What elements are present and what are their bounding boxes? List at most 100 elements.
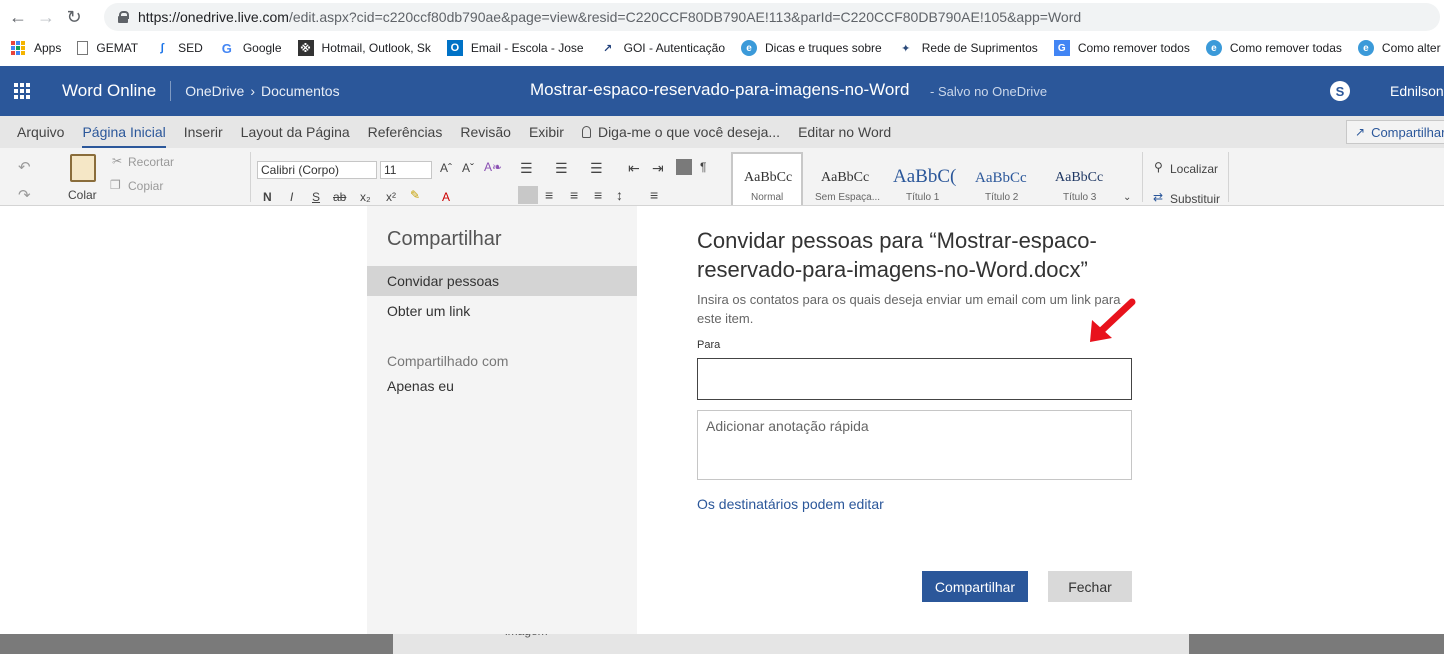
tab-inserir[interactable]: Inserir xyxy=(184,124,241,140)
cut-icon: ✂ xyxy=(112,154,123,168)
tab-exibir[interactable]: Exibir xyxy=(529,124,582,140)
nav-invite-people[interactable]: Convidar pessoas xyxy=(367,266,637,296)
undo-icon[interactable]: ↶ xyxy=(18,158,31,176)
tab-referencias[interactable]: Referências xyxy=(368,124,461,140)
save-status: - Salvo no OneDrive xyxy=(930,84,1048,99)
address-bar[interactable]: https://onedrive.live.com/edit.aspx?cid=… xyxy=(104,3,1440,31)
forward-arrow-icon[interactable]: → xyxy=(32,3,60,31)
numbering-icon[interactable]: ☰ xyxy=(555,160,568,177)
ribbon-body: ↶ ↷ Colar ✂ Recortar ❐ Copiar Calibri (C… xyxy=(0,148,1444,206)
styles-more-icon[interactable]: ⌄ xyxy=(1123,192,1131,203)
style-sample[interactable]: AaBbCc xyxy=(821,170,869,186)
bookmark-dicas[interactable]: e Dicas e truques sobre xyxy=(741,40,882,56)
cut-label[interactable]: Recortar xyxy=(128,155,174,169)
decrease-indent-icon[interactable]: ⇤ xyxy=(628,160,640,177)
permissions-link[interactable]: Os destinatários podem editar xyxy=(697,496,884,512)
nav-item-label: Convidar pessoas xyxy=(387,273,500,289)
font-size-select[interactable]: 11 xyxy=(380,161,432,179)
style-sample: AaBbCc xyxy=(744,170,793,185)
tab-revisao[interactable]: Revisão xyxy=(460,124,529,140)
bookmark-label: Como remover todas xyxy=(1229,41,1342,55)
breadcrumb-onedrive[interactable]: OneDrive xyxy=(185,83,244,99)
paste-label[interactable]: Colar xyxy=(68,188,97,202)
shrink-font-icon[interactable]: Aˇ xyxy=(462,161,474,175)
underline-icon[interactable]: S xyxy=(312,190,320,204)
tab-pagina-inicial[interactable]: Página Inicial xyxy=(82,124,183,148)
font-color-icon[interactable]: A xyxy=(442,190,450,204)
redo-icon[interactable]: ↷ xyxy=(18,186,31,204)
bookmark-como-remover-2[interactable]: e Como remover todas xyxy=(1205,40,1342,56)
line-spacing-icon[interactable]: ↕ xyxy=(616,187,623,203)
sed-icon: ∫ xyxy=(160,42,164,54)
highlight-icon[interactable]: ✎ xyxy=(410,188,420,202)
bold-icon[interactable]: N xyxy=(263,190,272,204)
annotation-arrow-icon xyxy=(1090,298,1136,342)
grow-font-icon[interactable]: Aˆ xyxy=(440,161,452,175)
tell-me-box[interactable]: Diga-me o que você deseja... xyxy=(581,124,798,140)
share-button[interactable]: Compartilhar xyxy=(922,571,1028,602)
bookmark-gemat[interactable]: GEMAT xyxy=(77,41,138,55)
document-title[interactable]: Mostrar-espaco-reservado-para-imagens-no… xyxy=(530,80,910,100)
bookmark-label: SED xyxy=(178,41,203,55)
increase-indent-icon[interactable]: ⇥ xyxy=(652,160,664,177)
bookmark-hotmail[interactable]: ※ Hotmail, Outlook, Sk xyxy=(297,40,431,56)
app-launcher-icon[interactable] xyxy=(0,66,44,116)
paragraph-mark-icon[interactable]: ¶ xyxy=(700,160,706,174)
close-button[interactable]: Fechar xyxy=(1048,571,1132,602)
skype-icon[interactable]: S xyxy=(1330,81,1350,101)
quick-note-input[interactable] xyxy=(697,410,1132,480)
align-right-icon[interactable]: ≡ xyxy=(570,187,578,203)
apps-grid-icon xyxy=(10,40,26,56)
tell-me-text: Diga-me o que você deseja... xyxy=(597,124,781,140)
superscript-icon[interactable]: x² xyxy=(386,190,396,204)
bookmark-goi[interactable]: ↗ GOI - Autenticação xyxy=(600,40,725,56)
app-name[interactable]: Word Online xyxy=(62,81,156,101)
bookmark-sed[interactable]: ∫ SED xyxy=(154,40,203,56)
breadcrumb-documentos[interactable]: Documentos xyxy=(261,83,340,99)
justify-icon[interactable]: ≡ xyxy=(594,187,602,203)
bookmark-apps[interactable]: Apps xyxy=(10,40,61,56)
clipboard-icon[interactable] xyxy=(70,154,96,182)
back-arrow-icon[interactable]: ← xyxy=(4,3,32,31)
clear-format-icon[interactable]: A❧ xyxy=(484,160,502,174)
bookmark-rede[interactable]: ✦ Rede de Suprimentos xyxy=(898,40,1038,56)
italic-icon[interactable]: I xyxy=(290,190,293,204)
copy-label[interactable]: Copiar xyxy=(128,179,163,193)
style-label: Título 3 xyxy=(1063,192,1097,203)
edit-in-word-button[interactable]: Editar no Word xyxy=(798,124,909,140)
multilevel-icon[interactable]: ☰ xyxy=(590,160,603,177)
nav-get-link[interactable]: Obter um link xyxy=(367,296,637,326)
font-name-select[interactable]: Calibri (Corpo) xyxy=(257,161,377,179)
strikethrough-icon[interactable]: ab xyxy=(333,190,346,204)
bookmark-google[interactable]: G Google xyxy=(219,40,282,56)
user-name[interactable]: Ednilson xyxy=(1390,83,1444,99)
reload-icon[interactable]: ↻ xyxy=(60,3,88,31)
paragraph-spacing-icon[interactable]: ≡ xyxy=(650,187,658,203)
hotmail-icon: ※ xyxy=(297,40,314,56)
bookmark-label: Dicas e truques sobre xyxy=(765,41,882,55)
bookmark-email[interactable]: O Email - Escola - Jose xyxy=(446,40,584,56)
style-sample[interactable]: AaBbC( xyxy=(893,166,956,188)
shared-with-value[interactable]: Apenas eu xyxy=(387,378,454,394)
tab-layout[interactable]: Layout da Página xyxy=(241,124,368,140)
align-left-icon[interactable] xyxy=(518,186,538,204)
bullets-icon[interactable]: ☰ xyxy=(520,160,533,177)
bookmark-como-remover-1[interactable]: G Como remover todos xyxy=(1053,40,1190,56)
subscript-icon[interactable]: x₂ xyxy=(360,190,371,204)
align-center-icon[interactable]: ≡ xyxy=(545,187,553,203)
bookmark-label: Google xyxy=(242,41,282,55)
ribbon-divider xyxy=(1142,152,1143,202)
to-input[interactable] xyxy=(697,358,1132,400)
style-sample[interactable]: AaBbCc xyxy=(1055,170,1103,186)
style-label: Título 2 xyxy=(985,192,1019,203)
style-normal[interactable]: AaBbCc Normal xyxy=(731,152,803,205)
share-top-button[interactable]: ↗ Compartilhar xyxy=(1346,120,1444,144)
bookmark-como-alter[interactable]: e Como alter xyxy=(1357,40,1441,56)
bookmark-label: Como alter xyxy=(1381,41,1441,55)
replace-button[interactable]: Substituir xyxy=(1170,192,1220,205)
style-sample[interactable]: AaBbCc xyxy=(975,170,1027,187)
tab-arquivo[interactable]: Arquivo xyxy=(17,124,82,140)
find-button[interactable]: Localizar xyxy=(1170,162,1218,176)
style-label: Título 1 xyxy=(906,192,940,203)
ltr-icon[interactable] xyxy=(676,159,692,175)
